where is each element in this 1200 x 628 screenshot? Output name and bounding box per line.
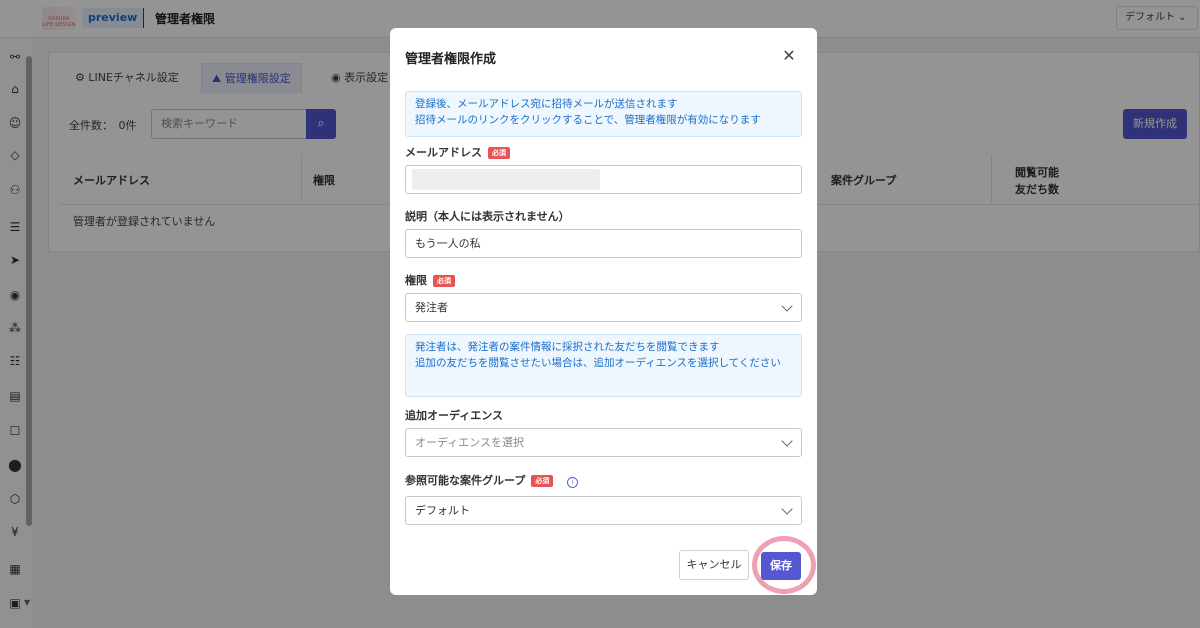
- save-button[interactable]: 保存: [761, 552, 801, 580]
- email-label: メールアドレス 必須: [405, 144, 510, 160]
- required-badge: 必須: [433, 275, 455, 287]
- project-group-select[interactable]: デフォルト: [405, 496, 802, 525]
- invite-info-box: 登録後、メールアドレス宛に招待メールが送信されます 招待メールのリンクをクリック…: [405, 91, 802, 137]
- label-text: 参照可能な案件グループ: [405, 474, 526, 487]
- role-select[interactable]: 発注者: [405, 293, 802, 322]
- info-text: 登録後、メールアドレス宛に招待メールが送信されます: [415, 98, 678, 110]
- role-value: 発注者: [415, 301, 448, 314]
- description-field[interactable]: もう一人の私: [405, 229, 802, 258]
- chevron-down-icon: [781, 435, 793, 447]
- label-text: メールアドレス: [405, 146, 482, 159]
- required-badge: 必須: [488, 147, 510, 159]
- project-group-label: 参照可能な案件グループ 必須 i: [405, 472, 579, 488]
- info-text: 追加の友だちを閲覧させたい場合は、追加オーディエンスを選択してください: [415, 357, 781, 369]
- info-text: 発注者は、発注者の案件情報に採択された友だちを閲覧できます: [415, 341, 720, 353]
- audience-select[interactable]: オーディエンスを選択: [405, 428, 802, 457]
- role-label: 権限 必須: [405, 272, 455, 288]
- create-admin-modal: 管理者権限作成 ✕ 登録後、メールアドレス宛に招待メールが送信されます 招待メー…: [390, 28, 817, 595]
- description-label: 説明（本人には表示されません）: [405, 210, 570, 223]
- chevron-down-icon: [781, 300, 793, 312]
- modal-title: 管理者権限作成: [405, 52, 497, 67]
- label-text: 権限: [405, 274, 427, 287]
- close-icon: ✕: [782, 46, 796, 65]
- audience-label: 追加オーディエンス: [405, 409, 504, 422]
- info-text: 招待メールのリンクをクリックすることで、管理者権限が有効になります: [415, 114, 761, 126]
- email-field[interactable]: [405, 165, 802, 194]
- chevron-down-icon: [781, 503, 793, 515]
- required-badge: 必須: [531, 475, 554, 487]
- redacted-email: [412, 169, 600, 190]
- cancel-button[interactable]: キャンセル: [679, 550, 749, 580]
- audience-placeholder: オーディエンスを選択: [415, 436, 525, 449]
- group-value: デフォルト: [415, 504, 470, 517]
- close-button[interactable]: ✕: [779, 46, 799, 66]
- role-info-box: 発注者は、発注者の案件情報に採択された友だちを閲覧できます 追加の友だちを閲覧さ…: [405, 334, 802, 397]
- info-icon[interactable]: i: [567, 477, 579, 488]
